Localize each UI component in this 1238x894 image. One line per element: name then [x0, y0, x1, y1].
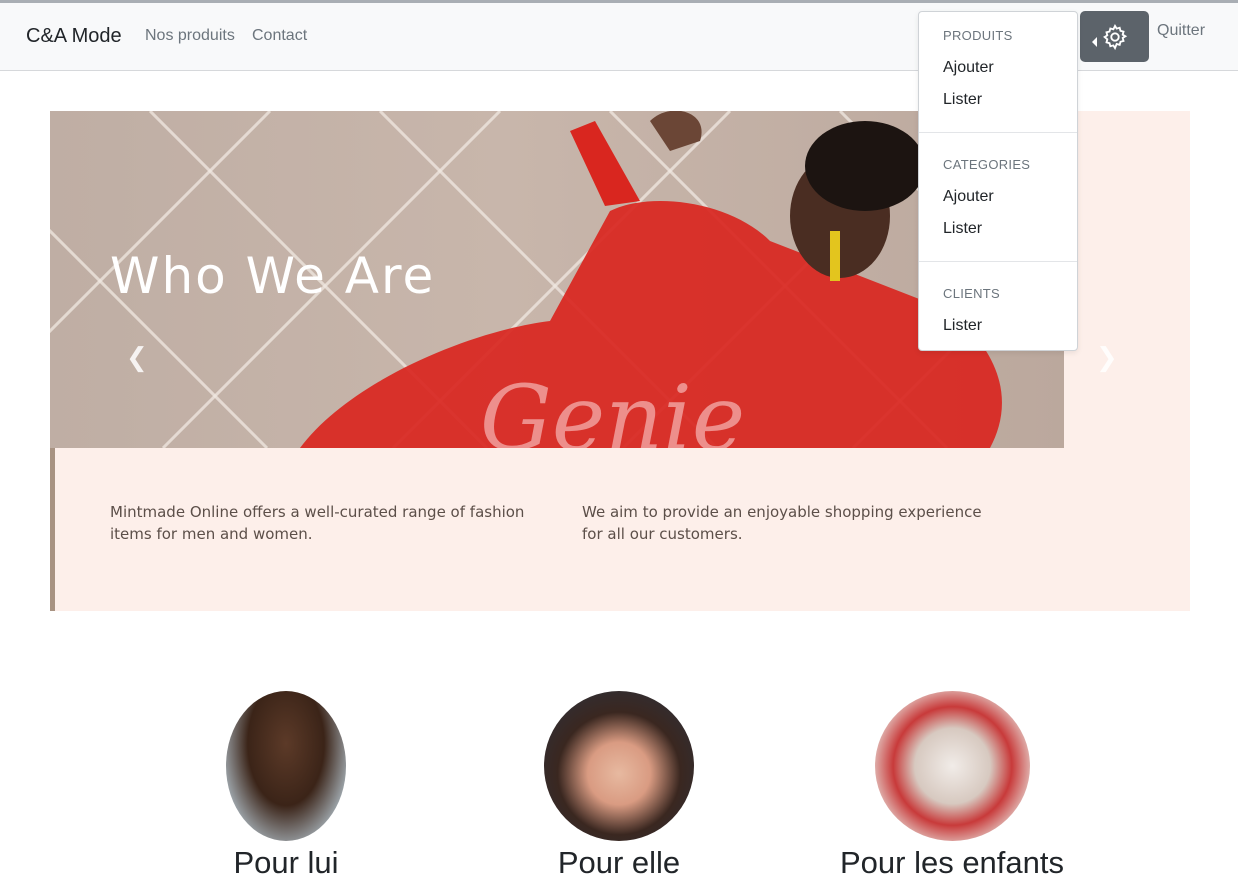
category-title-her: Pour elle	[557, 845, 681, 880]
gear-icon	[1102, 23, 1127, 50]
dropdown-item-products-add[interactable]: Ajouter	[943, 59, 994, 77]
category-her[interactable]: Pour elle	[519, 691, 719, 881]
chevron-right-icon[interactable]: ❯	[1096, 343, 1118, 373]
quit-link[interactable]: Quitter	[1157, 22, 1205, 40]
settings-dropdown-button[interactable]	[1080, 11, 1149, 62]
category-image-kids[interactable]	[874, 691, 1030, 841]
hero-text-left: Mintmade Online offers a well-curated ra…	[110, 503, 525, 543]
dropdown-divider	[919, 261, 1077, 262]
category-kids[interactable]: Pour les enfants	[817, 691, 1087, 881]
category-him[interactable]: Pour lui	[186, 691, 386, 881]
nav-link-contact[interactable]: Contact	[252, 27, 307, 45]
hero-title: Who We Are	[110, 247, 436, 305]
category-title-him: Pour lui	[233, 845, 339, 880]
dropdown-item-products-list[interactable]: Lister	[943, 91, 982, 109]
hero-image: Who We Are Genie	[50, 111, 1064, 448]
watermark-logo: Genie	[480, 366, 746, 448]
dropdown-header-clients: CLIENTS	[943, 286, 1001, 301]
dropdown-divider	[919, 132, 1077, 133]
caret-left-icon	[1092, 37, 1097, 47]
dropdown-item-clients-list[interactable]: Lister	[943, 317, 982, 335]
dropdown-item-categories-list[interactable]: Lister	[943, 220, 982, 238]
category-title-kids: Pour les enfants	[839, 845, 1065, 880]
chevron-left-icon[interactable]: ❮	[126, 343, 148, 373]
nav-link-products[interactable]: Nos produits	[145, 27, 235, 45]
settings-dropdown-menu: PRODUITS Ajouter Lister CATEGORIES Ajout…	[918, 11, 1078, 351]
hero-text-right: We aim to provide an enjoyable shopping …	[582, 503, 982, 543]
brand-logo[interactable]: C&A Mode	[26, 25, 122, 48]
dropdown-header-categories: CATEGORIES	[943, 157, 1031, 172]
category-image-him[interactable]	[226, 691, 346, 841]
dropdown-item-categories-add[interactable]: Ajouter	[943, 188, 994, 206]
dropdown-header-products: PRODUITS	[943, 28, 1013, 43]
category-image-her[interactable]	[544, 691, 694, 841]
